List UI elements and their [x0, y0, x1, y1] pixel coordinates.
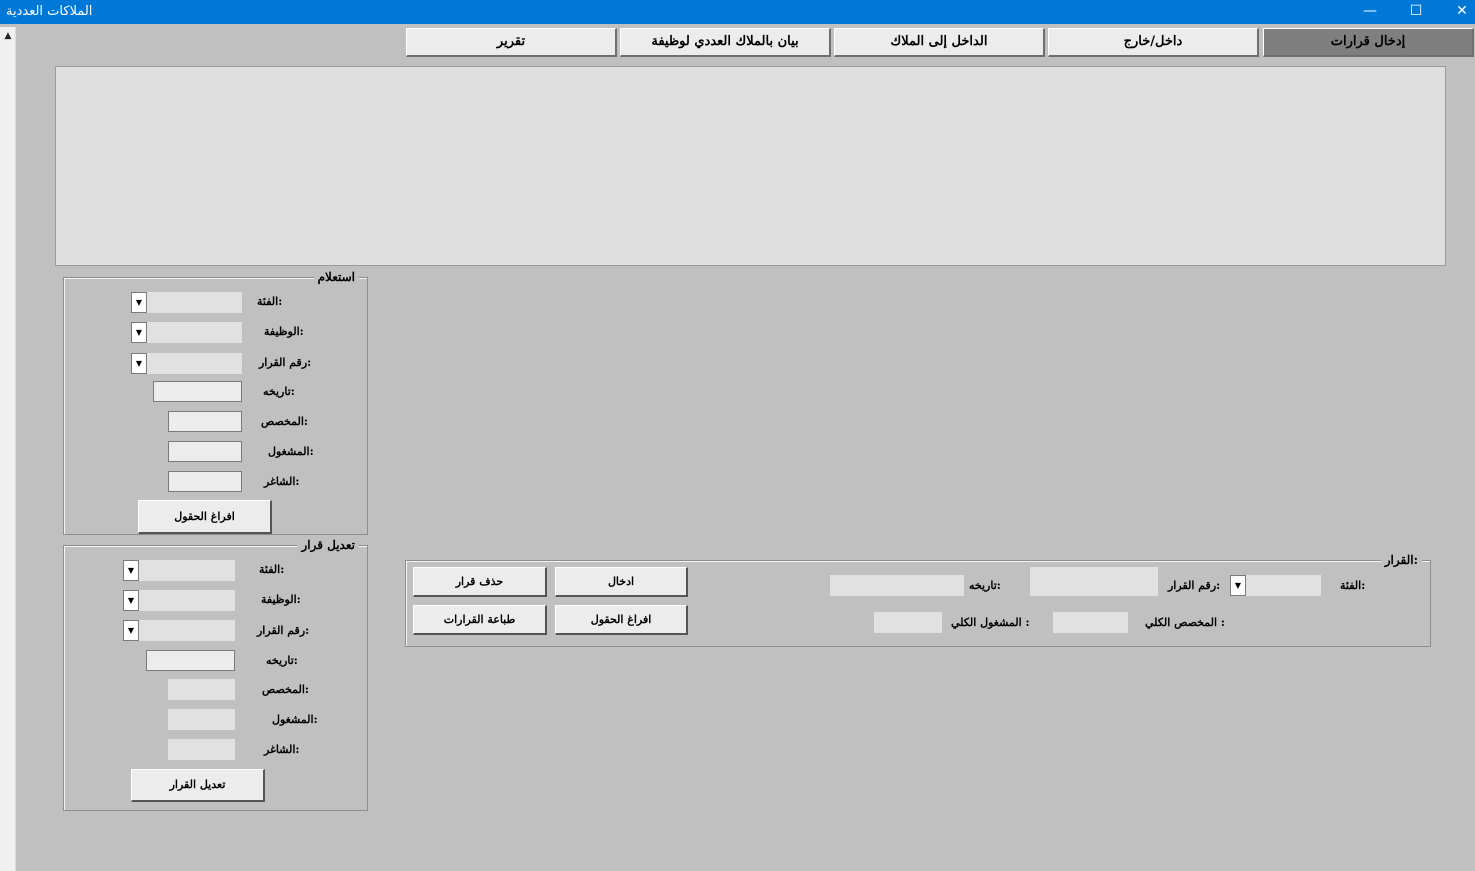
- query-clear-button[interactable]: افراغ الحقول: [138, 500, 272, 534]
- edit-category-select[interactable]: [139, 560, 235, 581]
- decision-date-label: تاريخه:: [969, 579, 1001, 592]
- edit-legend: تعديل قرار: [297, 538, 359, 552]
- edit-decision-button[interactable]: تعديل القرار: [131, 769, 265, 802]
- edit-job-select[interactable]: [139, 590, 235, 611]
- close-button[interactable]: ✕: [1439, 0, 1475, 24]
- tab-report[interactable]: تقرير: [406, 28, 617, 57]
- total-occupied-label: المشغول الكلي :: [951, 616, 1030, 629]
- query-occupied-label: المشغول:: [268, 445, 314, 458]
- query-occupied-field[interactable]: [168, 441, 242, 462]
- tab-job-cadre-statement[interactable]: بيان بالملاك العددي لوظيفة: [620, 28, 831, 57]
- clear-fields-button[interactable]: افراغ الحقول: [555, 605, 688, 635]
- decision-category-dropdown-icon[interactable]: ▼: [1230, 575, 1246, 596]
- tab-entering-cadre[interactable]: الداخل إلى الملاك: [834, 28, 1045, 57]
- edit-date-label: تاريخه:: [266, 654, 298, 667]
- vertical-scrollbar[interactable]: ▲: [0, 27, 16, 871]
- edit-job-dropdown-icon[interactable]: ▼: [123, 590, 139, 611]
- print-decisions-button[interactable]: طباعة القرارات: [413, 605, 547, 635]
- query-category-select[interactable]: [147, 292, 242, 313]
- edit-job-label: الوظيفة:: [261, 593, 301, 606]
- edit-date-field[interactable]: [146, 650, 235, 671]
- query-job-select[interactable]: [147, 322, 242, 343]
- decision-no-field[interactable]: [1030, 567, 1158, 596]
- minimize-button[interactable]: —: [1347, 0, 1393, 24]
- query-category-label: الفئة:: [257, 295, 283, 308]
- edit-allocated-field[interactable]: [168, 679, 235, 700]
- query-decision-no-dropdown-icon[interactable]: ▼: [131, 353, 147, 374]
- title-bar: الملاكات العددية — ☐ ✕: [0, 0, 1475, 24]
- query-legend: استعلام: [313, 270, 359, 284]
- window-title: الملاكات العددية: [6, 4, 93, 19]
- edit-decision-no-label: رقم القرار:: [257, 624, 310, 637]
- decision-no-label: رقم القرار:: [1168, 579, 1221, 592]
- query-vacant-field[interactable]: [168, 471, 242, 492]
- query-allocated-label: المخصص:: [261, 415, 308, 428]
- total-allocated-field[interactable]: [1053, 612, 1128, 633]
- decisions-grid[interactable]: [55, 66, 1446, 266]
- edit-allocated-label: المخصص:: [262, 683, 309, 696]
- query-date-label: تاريخه:: [263, 385, 295, 398]
- decision-legend: القرار:: [1380, 553, 1422, 567]
- query-decision-no-select[interactable]: [147, 353, 242, 374]
- edit-decision-no-select[interactable]: [139, 620, 235, 641]
- total-allocated-label: المخصص الكلي :: [1145, 616, 1225, 629]
- total-occupied-field[interactable]: [874, 612, 942, 633]
- decision-category-select[interactable]: [1246, 575, 1321, 596]
- query-vacant-label: الشاغر:: [264, 475, 300, 488]
- query-group: استعلام: [63, 270, 368, 535]
- tab-in-out[interactable]: داخل/خارج: [1048, 28, 1259, 57]
- query-job-dropdown-icon[interactable]: ▼: [131, 322, 147, 343]
- delete-decision-button[interactable]: حذف قرار: [413, 567, 547, 597]
- scroll-up-icon[interactable]: ▲: [0, 29, 16, 43]
- query-date-field[interactable]: [153, 381, 242, 402]
- edit-vacant-label: الشاغر:: [264, 743, 300, 756]
- edit-occupied-field[interactable]: [168, 709, 235, 730]
- edit-category-dropdown-icon[interactable]: ▼: [123, 560, 139, 581]
- query-allocated-field[interactable]: [168, 411, 242, 432]
- query-category-dropdown-icon[interactable]: ▼: [131, 292, 147, 313]
- insert-button[interactable]: ادخال: [555, 567, 688, 597]
- tab-enter-decisions[interactable]: إدخال قرارات: [1263, 28, 1474, 57]
- edit-category-label: الفئة:: [259, 563, 285, 576]
- decision-category-label: الفئة:: [1340, 579, 1366, 592]
- query-decision-no-label: رقم القرار:: [259, 356, 312, 369]
- decision-date-field[interactable]: [830, 575, 964, 596]
- query-job-label: الوظيفة:: [264, 325, 304, 338]
- edit-occupied-label: المشغول:: [272, 713, 318, 726]
- maximize-button[interactable]: ☐: [1393, 0, 1439, 24]
- edit-decision-no-dropdown-icon[interactable]: ▼: [123, 620, 139, 641]
- edit-vacant-field[interactable]: [168, 739, 235, 760]
